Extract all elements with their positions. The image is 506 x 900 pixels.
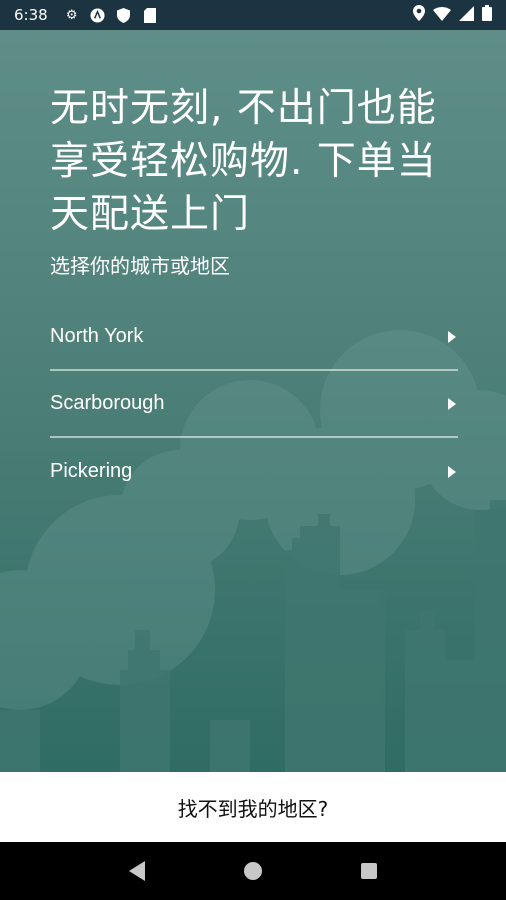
city-label: Pickering: [50, 460, 133, 482]
chevron-right-icon: [448, 465, 456, 478]
wifi-icon: [433, 6, 451, 25]
recents-icon[interactable]: [360, 863, 377, 879]
location-icon: [413, 5, 425, 25]
signal-icon: [459, 5, 474, 25]
sd-card-icon: [142, 7, 158, 23]
main-panel: 无时无刻, 不出门也能享受轻松购物. 下单当天配送上门 选择你的城市或地区 No…: [0, 30, 506, 772]
city-item-scarborough[interactable]: Scarborough: [50, 371, 458, 438]
status-time: 6:38: [14, 6, 48, 24]
city-item-north-york[interactable]: North York: [50, 304, 458, 371]
back-icon[interactable]: [129, 861, 146, 881]
battery-icon: [482, 5, 492, 25]
chevron-right-icon: [448, 330, 456, 343]
city-list: North York Scarborough Pickering: [50, 304, 458, 505]
system-nav-bar: [0, 842, 506, 900]
a-badge-icon: [90, 7, 106, 23]
gear-icon: ⚙: [65, 7, 78, 23]
cant-find-region-label: 找不到我的地区?: [177, 796, 329, 821]
city-label: North York: [50, 325, 144, 347]
status-indicators: [413, 5, 492, 25]
city-label: Scarborough: [50, 392, 165, 414]
headline: 无时无刻, 不出门也能享受轻松购物. 下单当天配送上门: [50, 86, 437, 237]
city-item-pickering[interactable]: Pickering: [50, 438, 458, 505]
status-bar: 6:38 ⚙: [0, 0, 506, 30]
chevron-right-icon: [448, 397, 456, 410]
shield-icon: [116, 7, 132, 23]
cant-find-region-button[interactable]: 找不到我的地区?: [0, 772, 506, 842]
subtitle: 选择你的城市或地区: [50, 254, 230, 278]
home-icon[interactable]: [243, 862, 262, 880]
